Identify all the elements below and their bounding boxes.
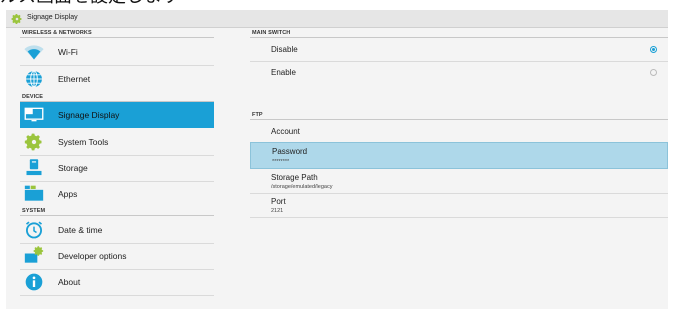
section-main-switch: MAIN SWITCH [252,30,291,36]
radio-enable[interactable] [650,69,657,76]
title-bar: Signage Display [6,10,668,28]
section-divider [250,119,668,120]
section-wireless-networks: WIRELESS & NETWORKS [22,30,92,36]
sidebar-item-label: Wi-Fi [58,47,78,57]
ftp-storage-path-row[interactable]: Storage Path /storage/emulated/legacy [250,170,668,193]
ftp-storage-path-value: /storage/emulated/legacy [271,184,333,190]
ftp-account-row[interactable]: Account [250,121,668,142]
ftp-password-label: Password [272,147,308,156]
sidebar-item-label: About [58,277,81,287]
sidebar-item-label: System Tools [58,137,109,147]
sidebar-item-label: Ethernet [58,74,91,84]
sidebar-item-date-time[interactable]: Date & time [20,217,214,243]
sidebar-item-signage-display[interactable]: Signage Display [20,102,214,128]
ftp-port-value: 2121 [271,208,284,214]
section-device: DEVICE [22,94,44,100]
gear-icon [11,14,22,24]
section-divider [20,37,214,38]
main-switch-enable-option[interactable]: Enable [250,62,668,84]
sidebar-item-apps[interactable]: Apps [20,181,214,207]
window-title: Signage Display [27,14,78,21]
storage-icon [26,159,42,176]
sidebar-item-label: Signage Display [58,110,120,120]
sidebar-item-developer-options[interactable]: Developer options [20,243,214,269]
option-label: Disable [271,45,298,54]
wifi-icon [24,45,44,60]
developer-icon [24,246,44,263]
option-label: Enable [271,68,296,77]
ftp-port-row[interactable]: Port 2121 [250,194,668,217]
main-switch-disable-option[interactable]: Disable [250,39,668,61]
clock-icon [25,221,43,239]
apps-icon [24,185,44,201]
ftp-password-row[interactable]: Password ******** [250,142,668,169]
ftp-password-value: ******** [272,159,290,165]
sidebar-item-system-tools[interactable]: System Tools [20,129,214,155]
sidebar-item-wifi[interactable]: Wi-Fi [20,39,214,65]
sidebar-item-label: Date & time [58,225,103,235]
sidebar-item-label: Developer options [58,251,127,261]
sidebar-item-label: Storage [58,163,88,173]
settings-screen: Signage Display WIRELESS & NETWORKS Wi-F… [6,10,668,309]
ftp-storage-path-label: Storage Path [271,173,318,182]
ftp-port-label: Port [271,197,286,206]
section-system: SYSTEM [22,208,46,214]
sidebar-item-ethernet[interactable]: Ethernet [20,66,214,92]
section-ftp: FTP [252,112,263,118]
page-caption-strip: ルス画面を設定します [0,0,678,10]
display-icon [24,107,44,122]
gear-icon [24,133,42,151]
section-divider [250,37,668,38]
radio-disable[interactable] [650,46,657,53]
info-icon [25,273,43,291]
nav-divider [20,295,214,296]
sidebar-item-about[interactable]: About [20,269,214,295]
section-divider [20,215,214,216]
sidebar-item-storage[interactable]: Storage [20,155,214,181]
page-caption: ルス画面を設定します [0,0,180,8]
sidebar-item-label: Apps [58,189,78,199]
globe-icon [26,70,42,88]
ftp-account-label: Account [271,127,300,136]
row-divider [250,217,668,218]
